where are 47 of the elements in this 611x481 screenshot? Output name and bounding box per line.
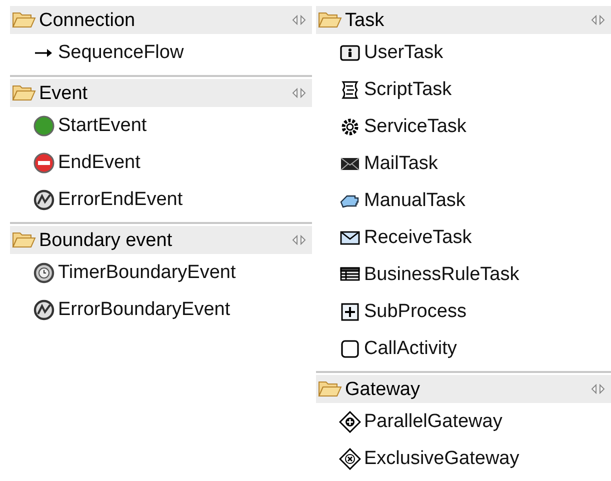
- palette-item[interactable]: TimerBoundaryEvent: [58, 263, 236, 282]
- group-header[interactable]: Event: [10, 79, 312, 107]
- palette-item[interactable]: StartEvent: [58, 116, 147, 135]
- open-folder-icon: [12, 230, 36, 250]
- square-icon: [339, 338, 361, 360]
- palette-item[interactable]: ParallelGateway: [364, 412, 502, 431]
- palette-item[interactable]: ExclusiveGateway: [364, 449, 520, 468]
- palette-item[interactable]: ErrorEndEvent: [58, 190, 183, 209]
- palette-item[interactable]: ManualTask: [364, 191, 466, 210]
- group-title: Boundary event: [39, 230, 172, 250]
- open-folder-icon: [12, 10, 36, 30]
- group-title: Connection: [39, 10, 136, 30]
- palette-item[interactable]: SubProcess: [364, 302, 466, 321]
- group-title: Event: [39, 84, 88, 102]
- palette-item[interactable]: ErrorBoundaryEvent: [58, 300, 230, 319]
- clock-icon: [33, 262, 55, 284]
- collapse-icon[interactable]: [292, 88, 306, 98]
- diamond-plus-icon: [339, 410, 361, 432]
- palette-item[interactable]: BusinessRuleTask: [364, 265, 520, 284]
- scroll-icon: [339, 78, 361, 100]
- palette-item[interactable]: ScriptTask: [364, 80, 452, 99]
- lightning-circle-icon: [33, 188, 55, 210]
- palette-item[interactable]: CallActivity: [364, 339, 457, 358]
- open-folder-icon: [318, 379, 342, 399]
- collapse-icon[interactable]: [292, 15, 306, 25]
- group-header[interactable]: Gateway: [316, 375, 611, 403]
- group-title: Task: [345, 10, 384, 30]
- diamond-x-icon: [339, 448, 361, 470]
- group-title: Gateway: [345, 380, 420, 398]
- open-folder-icon: [318, 10, 342, 30]
- collapse-icon[interactable]: [591, 15, 605, 25]
- plus-square-icon: [339, 300, 361, 322]
- palette-item[interactable]: UserTask: [364, 43, 444, 62]
- group-header[interactable]: Task: [316, 6, 611, 34]
- no-entry-icon: [33, 152, 55, 174]
- palette-item[interactable]: SequenceFlow: [58, 43, 184, 62]
- collapse-icon[interactable]: [292, 235, 306, 245]
- lightning-circle-icon: [33, 298, 55, 320]
- group-header[interactable]: Boundary event: [10, 226, 312, 254]
- palette-item[interactable]: ReceiveTask: [364, 228, 472, 247]
- palette-item[interactable]: EndEvent: [58, 153, 140, 172]
- group-header[interactable]: Connection: [10, 6, 312, 34]
- palette-item[interactable]: MailTask: [364, 154, 438, 173]
- open-folder-icon: [12, 83, 36, 103]
- collapse-icon[interactable]: [591, 384, 605, 394]
- palette-item[interactable]: ServiceTask: [364, 117, 466, 136]
- filled-circle-icon: [33, 114, 55, 136]
